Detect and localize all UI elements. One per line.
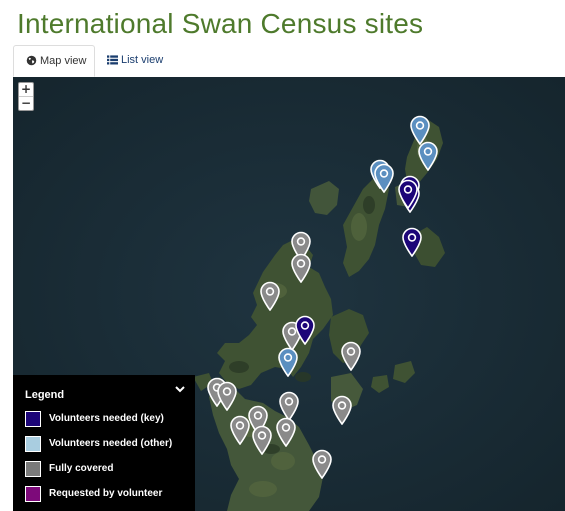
zoom-control: + − [18, 82, 34, 111]
legend-swatch-requested [25, 486, 41, 502]
legend-title: Legend [25, 389, 65, 401]
legend-swatch-key [25, 411, 41, 427]
legend-label-key: Volunteers needed (key) [49, 413, 164, 424]
map-pin[interactable] [397, 179, 419, 210]
map-pin[interactable] [311, 449, 333, 480]
map-pin[interactable] [373, 163, 395, 194]
map-pin[interactable] [277, 347, 299, 378]
map-pin[interactable] [229, 415, 251, 446]
tab-map-view-label: Map view [40, 55, 87, 67]
map-pin[interactable] [417, 141, 439, 172]
page-title: International Swan Census sites [17, 8, 424, 39]
tab-list-view-label: List view [121, 54, 164, 66]
satellite-map[interactable]: + − Legend Volunteers needed (key) Volun… [13, 77, 565, 511]
map-pin[interactable] [251, 425, 273, 456]
map-pin[interactable] [294, 315, 316, 346]
legend-label-covered: Fully covered [49, 463, 114, 474]
map-pin[interactable] [331, 395, 353, 426]
legend-item-covered: Fully covered [25, 461, 195, 479]
legend-swatch-other [25, 436, 41, 452]
legend-item-key: Volunteers needed (key) [25, 411, 195, 429]
legend-item-requested: Requested by volunteer [25, 486, 195, 504]
tab-list-view[interactable]: List view [107, 45, 179, 76]
map-pin[interactable] [216, 381, 238, 412]
map-pin[interactable] [275, 417, 297, 448]
map-pin[interactable] [290, 253, 312, 284]
map-legend: Legend Volunteers needed (key) Volunteer… [13, 375, 195, 511]
list-icon [107, 55, 118, 65]
zoom-out-button[interactable]: − [19, 97, 33, 110]
map-pin[interactable] [401, 227, 423, 258]
legend-label-other: Volunteers needed (other) [49, 438, 173, 449]
legend-header[interactable]: Legend [25, 385, 185, 401]
map-pin[interactable] [340, 341, 362, 372]
map-pin[interactable] [259, 281, 281, 312]
view-tabs: Map view List view [13, 45, 565, 78]
chevron-down-icon [175, 386, 185, 393]
legend-item-other: Volunteers needed (other) [25, 436, 195, 454]
legend-label-requested: Requested by volunteer [49, 488, 163, 499]
globe-icon [26, 55, 37, 66]
zoom-in-button[interactable]: + [19, 83, 33, 97]
tab-map-view[interactable]: Map view [13, 45, 95, 77]
legend-swatch-covered [25, 461, 41, 477]
